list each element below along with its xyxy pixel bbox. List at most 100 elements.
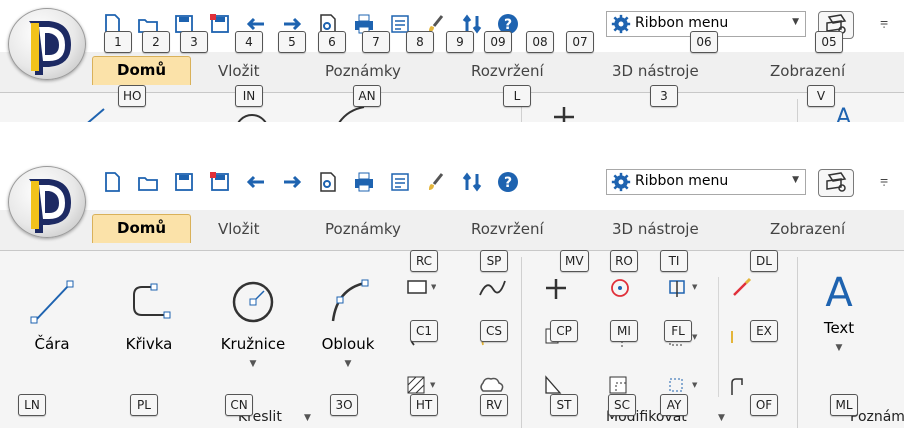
svg-text:?: ? [504, 175, 512, 191]
keytip: ML [830, 394, 858, 416]
circle-button[interactable]: Kružnice ▼ [208, 277, 298, 369]
app-logo-icon [29, 21, 71, 75]
arc-tool-icon [331, 279, 369, 322]
arc-tool-icon [338, 106, 365, 122]
print-preview-icon[interactable] [316, 170, 340, 194]
tab-zobrazeni[interactable]: Zobrazení [770, 62, 845, 80]
qat-overflow-icon[interactable]: ⩦ [880, 14, 888, 30]
tab-vlozit[interactable]: Vložit [218, 62, 260, 80]
tab-domu[interactable]: Domů [92, 214, 192, 243]
tab-zobrazeni[interactable]: Zobrazení [770, 220, 845, 238]
divider [718, 277, 719, 397]
keytip: 3 [180, 31, 208, 53]
keytip: V [807, 85, 835, 107]
text-label: Text [823, 319, 855, 337]
tab-3d-nastroje[interactable]: 3D nástroje [612, 220, 699, 238]
keytip: TI [660, 250, 688, 272]
keytip: 3 [650, 85, 678, 107]
tab-rozvrzeni[interactable]: Rozvržení [471, 220, 544, 238]
ribbon-panel-keytips-tabs: ? Ribbon menu ▼ ⩦ Domů Vložit Poznámky R… [0, 0, 904, 122]
save-icon[interactable] [172, 170, 196, 194]
print-icon[interactable] [352, 170, 376, 194]
brush-icon[interactable] [424, 170, 448, 194]
keytip: 7 [362, 31, 390, 53]
keytip: AN [353, 85, 381, 107]
keytip: 3O [330, 394, 358, 416]
spline-tool-icon[interactable] [477, 277, 507, 299]
app-logo[interactable] [8, 8, 86, 80]
keytip: HO [118, 85, 147, 107]
tab-domu[interactable]: Domů [92, 56, 192, 85]
svg-text:▼: ▼ [692, 381, 698, 389]
print-preview-mini-icon[interactable] [818, 169, 854, 197]
tab-rozvrzeni[interactable]: Rozvržení [471, 62, 544, 80]
sort-icon[interactable] [460, 170, 484, 194]
delete-icon[interactable] [728, 277, 758, 299]
keytip: L [503, 85, 531, 107]
gear-icon [611, 172, 631, 192]
redo-icon[interactable] [280, 170, 304, 194]
polyline-button[interactable]: Křivka [114, 277, 184, 353]
chevron-down-icon: ▼ [792, 175, 799, 185]
keytip: HT [410, 394, 438, 416]
group-kreslit-clipped [12, 99, 522, 122]
gear-icon [611, 14, 631, 34]
text-tool-icon: A [836, 105, 852, 122]
save-as-icon[interactable] [208, 170, 232, 194]
chevron-down-icon: ▼ [718, 413, 725, 423]
keytip: RV [480, 394, 508, 416]
arc-button[interactable]: Oblouk ▼ [308, 277, 388, 369]
circle-tool-icon [237, 114, 267, 122]
keytip: 6 [318, 31, 346, 53]
tab-3d-nastroje[interactable]: 3D nástroje [612, 62, 699, 80]
open-folder-icon[interactable] [136, 170, 160, 194]
tab-poznamky[interactable]: Poznámky [325, 220, 401, 238]
keytip: 1 [104, 31, 132, 53]
keytip: RO [610, 250, 638, 272]
new-file-icon[interactable] [100, 170, 124, 194]
keytip: MI [610, 320, 638, 342]
help-icon[interactable]: ? [496, 170, 520, 194]
app-logo[interactable] [8, 166, 86, 238]
keytip: 05 [815, 31, 843, 53]
text-button[interactable]: A Text ▼ [804, 267, 874, 353]
tab-vlozit[interactable]: Vložit [218, 220, 260, 238]
line-tool-icon [30, 280, 74, 324]
keytip: PL [130, 394, 158, 416]
line-tool-icon [87, 108, 105, 122]
qat-bar: ? Ribbon menu ▼ ⩦ [78, 166, 888, 202]
tab-poznamky[interactable]: Poznámky [325, 62, 401, 80]
app-logo-icon [29, 179, 71, 233]
svg-text:▼: ▼ [692, 283, 698, 291]
rotate-icon[interactable] [608, 277, 638, 299]
save-as-icon[interactable] [208, 12, 232, 36]
svg-text:▼: ▼ [692, 333, 698, 341]
properties-icon[interactable] [388, 170, 412, 194]
line-button[interactable]: Čára [22, 277, 82, 353]
ribbon-panel-keytips-commands: ? Ribbon menu ▼ ⩦ Domů Vložit Poznámky R… [0, 158, 904, 428]
keytip: FL [664, 320, 692, 342]
keytip: ST [550, 394, 578, 416]
keytip: EX [750, 320, 778, 342]
undo-icon[interactable] [244, 170, 268, 194]
keytip: 07 [566, 31, 594, 53]
move-icon [554, 107, 574, 122]
group-label-poznamky: Poznám [850, 409, 904, 425]
chevron-down-icon: ▼ [835, 343, 843, 353]
keytip: C1 [410, 320, 438, 342]
keytip: DL [750, 250, 778, 272]
keytip: 08 [526, 31, 554, 53]
qat-overflow-icon[interactable]: ⩦ [880, 172, 888, 188]
circle-label: Kružnice [220, 335, 286, 353]
chevron-down-icon: ▼ [792, 17, 799, 27]
line-label: Čára [34, 335, 70, 353]
arc-label: Oblouk [321, 335, 375, 353]
keytip: OF [750, 394, 778, 416]
ribbon-menu-combo[interactable]: Ribbon menu ▼ [606, 169, 806, 195]
rectangle-tool-icon[interactable]: ▼ [406, 277, 436, 299]
move-icon[interactable] [544, 277, 574, 299]
keytip: CN [225, 394, 253, 416]
trim-icon[interactable]: ▼ [668, 277, 698, 299]
svg-text:▼: ▼ [431, 283, 436, 291]
keytip: 9 [446, 31, 474, 53]
